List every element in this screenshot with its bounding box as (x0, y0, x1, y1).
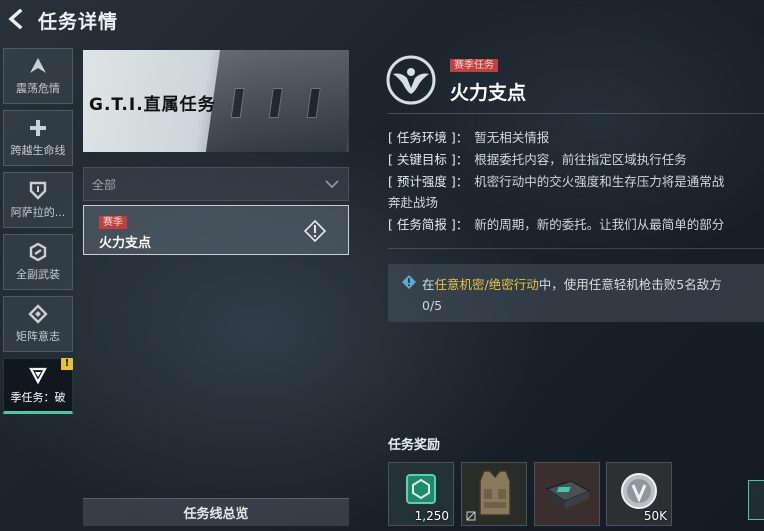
sidebar-item-label: 全副武装 (16, 268, 60, 281)
sidebar-item-2[interactable]: 阿萨拉的... (3, 172, 73, 228)
cross-icon (30, 120, 46, 136)
vest-icon (479, 470, 511, 516)
diamond-icon (28, 304, 48, 324)
detail-title: 火力支点 (450, 82, 527, 104)
sidebar-item-1[interactable]: 跨越生命线 (3, 110, 73, 166)
case-icon (545, 480, 591, 509)
sidebar-item-3[interactable]: 全副武装 (3, 234, 73, 290)
delta-icon (30, 58, 46, 73)
season-tag: 赛季 (99, 216, 127, 229)
filter-selected: 全部 (92, 177, 117, 192)
claim-button-edge[interactable] (748, 480, 764, 520)
header: 任务详情 (0, 0, 764, 42)
sidebar-item-label: 阿萨拉的... (10, 206, 66, 219)
objective-progress: 0/5 (422, 298, 443, 313)
divider (388, 113, 764, 114)
mission-card[interactable]: 赛季 火力支点 (83, 205, 349, 255)
sidebar-item-label: 季任务：破 (10, 391, 66, 404)
sidebar-item-0[interactable]: 震荡危情 (3, 48, 73, 104)
reward-qty: 1,250 (414, 509, 449, 523)
detail-season-tag: 赛季任务 (450, 59, 498, 72)
info-environment: [ 任务环境 ]： 暂无相关情报 (388, 130, 550, 145)
coin-icon (621, 473, 657, 509)
reward-case[interactable] (534, 462, 600, 526)
sidebar-item-4[interactable]: 矩阵意志 (3, 296, 73, 352)
rewards-title: 任务奖励 (388, 438, 441, 453)
reward-vest[interactable] (461, 462, 527, 526)
objective-text: 在任意机密/绝密行动中，使用任意轻机枪击败5名敌方 (422, 277, 722, 292)
crate-image (205, 50, 349, 152)
alert-badge: ! (61, 358, 73, 370)
shield-icon (29, 181, 47, 200)
banner-title: G.T.I.直属任务 (89, 95, 216, 115)
mission-line-banner: G.T.I.直属任务 (83, 50, 349, 152)
eagle-emblem-icon (386, 55, 436, 105)
mission-line-overview-button[interactable]: 任务线总览 (83, 498, 349, 526)
objective-panel: 在任意机密/绝密行动中，使用任意轻机枪击败5名敌方 0/5 (388, 264, 764, 322)
sidebar-item-label: 震荡危情 (16, 82, 60, 95)
back-icon[interactable] (4, 6, 26, 32)
divider (388, 248, 764, 249)
triangle-icon (29, 367, 47, 385)
mission-name: 火力支点 (99, 236, 152, 251)
hex-icon (29, 242, 47, 262)
info-intensity-cont: 奔赴战场 (388, 195, 439, 210)
info-intensity: [ 预计强度 ]： 机密行动中的交火强度和生存压力将是通常战 (388, 174, 725, 189)
sidebar-item-5[interactable]: ! 季任务：破 (3, 358, 73, 414)
reward-coin[interactable]: 50K (606, 462, 672, 526)
token-icon (406, 474, 436, 504)
sidebar-item-label: 矩阵意志 (16, 330, 60, 343)
objective-diamond-icon (402, 275, 416, 289)
page-title: 任务详情 (38, 11, 119, 33)
filter-dropdown[interactable]: 全部 (83, 167, 349, 201)
info-briefing: [ 任务简报 ]： 新的周期，新的委托。让我们从最简单的部分 (388, 217, 725, 232)
alert-diamond-icon (304, 220, 326, 242)
bound-icon (466, 511, 476, 521)
reward-token[interactable]: 1,250 (388, 462, 454, 526)
chevron-down-icon (325, 180, 339, 189)
reward-qty: 50K (643, 509, 667, 523)
info-key-objective: [ 关键目标 ]： 根据委托内容，前往指定区域执行任务 (388, 152, 687, 167)
sidebar-item-label: 跨越生命线 (10, 144, 66, 157)
